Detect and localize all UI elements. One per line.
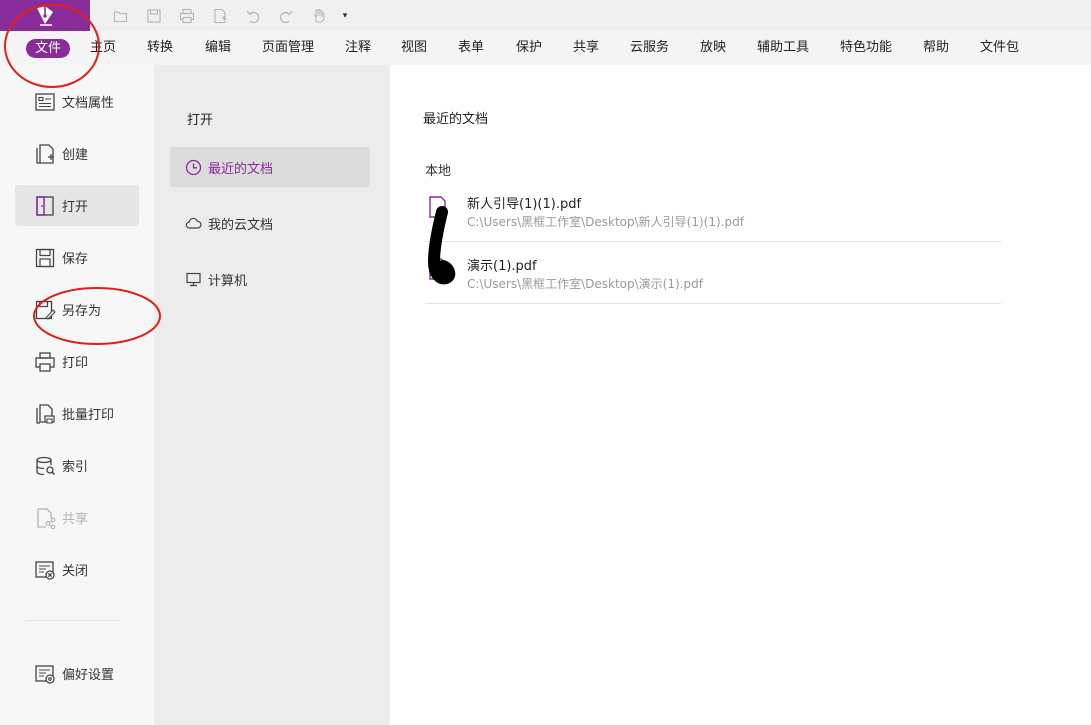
pdf-file-icon (429, 258, 446, 280)
save-as-label: 另存为 (62, 300, 101, 319)
create-icon (34, 143, 56, 165)
recent-file-path: C:\Users\黑框工作室\Desktop\演示(1).pdf (467, 275, 703, 292)
open-locations-panel: 打开 最近的文档 我的云文档 计算机 (154, 65, 390, 725)
menu-close[interactable]: 关闭 (15, 549, 139, 590)
menu-features[interactable]: 特色功能 (840, 31, 892, 65)
menu-open[interactable]: 打开 (15, 185, 139, 226)
menu-save[interactable]: 保存 (15, 237, 139, 278)
menu-create[interactable]: 创建 (15, 133, 139, 174)
menu-edit[interactable]: 编辑 (205, 31, 231, 65)
preferences-icon (34, 663, 56, 685)
pdf-file-icon (429, 196, 446, 218)
redo-icon[interactable] (269, 6, 302, 26)
hand-tool-icon[interactable] (302, 6, 335, 26)
location-recent-documents[interactable]: 最近的文档 (170, 147, 370, 187)
customize-toolbar-icon[interactable]: ▾ (335, 6, 355, 26)
print-label: 打印 (62, 352, 88, 371)
menu-document-properties[interactable]: 文档属性 (15, 81, 139, 122)
app-window: ▾ 文件 主页 转换 编辑 页面管理 注释 视图 表单 保护 共享 云服务 放映… (0, 0, 1091, 725)
create-label: 创建 (62, 144, 88, 163)
menu-print[interactable]: 打印 (15, 341, 139, 382)
menu-file[interactable]: 文件 (26, 39, 70, 58)
document-properties-label: 文档属性 (62, 92, 114, 111)
preferences-label: 偏好设置 (62, 664, 114, 683)
menu-cloud-service[interactable]: 云服务 (630, 31, 669, 65)
location-computer[interactable]: 计算机 (170, 259, 370, 299)
folder-open-icon[interactable] (104, 6, 137, 26)
open-icon (34, 195, 56, 217)
close-label: 关闭 (62, 560, 88, 579)
menu-convert[interactable]: 转换 (147, 31, 173, 65)
document-properties-icon (34, 91, 56, 113)
save-as-icon (34, 299, 56, 321)
computer-icon (184, 270, 202, 288)
recent-documents-view: 最近的文档 本地 新人引导(1)(1).pdf C:\Users\黑框工作室\D… (390, 65, 1091, 725)
menu-share[interactable]: 共享 (573, 31, 599, 65)
print-icon (34, 351, 56, 373)
quick-access-toolbar: ▾ (104, 6, 355, 26)
menu-page-management[interactable]: 页面管理 (262, 31, 314, 65)
new-document-icon[interactable] (203, 6, 236, 26)
cloud-icon (184, 214, 202, 232)
index-icon (34, 455, 56, 477)
share-label: 共享 (62, 508, 88, 527)
batch-print-label: 批量打印 (62, 404, 114, 423)
recent-file-path: C:\Users\黑框工作室\Desktop\新人引导(1)(1).pdf (467, 213, 744, 230)
menu-divider (25, 620, 120, 621)
recent-file-row[interactable]: 演示(1).pdf C:\Users\黑框工作室\Desktop\演示(1).p… (425, 242, 1001, 304)
menu-file-package[interactable]: 文件包 (980, 31, 1019, 65)
menu-accessibility-tools[interactable]: 辅助工具 (757, 31, 809, 65)
open-label: 打开 (62, 196, 88, 215)
menu-comment[interactable]: 注释 (345, 31, 371, 65)
menu-view[interactable]: 视图 (401, 31, 427, 65)
menu-share[interactable]: 共享 (15, 497, 139, 538)
menu-preferences[interactable]: 偏好设置 (15, 653, 139, 694)
app-logo[interactable] (0, 0, 90, 31)
save-icon[interactable] (137, 6, 170, 26)
close-document-icon (34, 559, 56, 581)
menu-protect[interactable]: 保护 (516, 31, 542, 65)
menu-index[interactable]: 索引 (15, 445, 139, 486)
title-bar: ▾ (0, 0, 1091, 31)
print-icon[interactable] (170, 6, 203, 26)
index-label: 索引 (62, 456, 88, 475)
location-my-cloud-documents[interactable]: 我的云文档 (170, 203, 370, 243)
share-icon (34, 507, 56, 529)
undo-icon[interactable] (236, 6, 269, 26)
computer-label: 计算机 (208, 270, 247, 289)
file-backstage-menu: 文档属性 创建 打开 保存 另存为 (0, 65, 154, 725)
open-panel-heading: 打开 (187, 109, 213, 128)
menu-form[interactable]: 表单 (458, 31, 484, 65)
recent-documents-title: 最近的文档 (423, 108, 488, 127)
save-icon (34, 247, 56, 269)
menu-bar: 文件 主页 转换 编辑 页面管理 注释 视图 表单 保护 共享 云服务 放映 辅… (0, 31, 1091, 65)
menu-save-as[interactable]: 另存为 (15, 289, 139, 330)
clock-icon (184, 158, 202, 176)
my-cloud-documents-label: 我的云文档 (208, 214, 273, 233)
menu-home[interactable]: 主页 (90, 31, 116, 65)
menu-help[interactable]: 帮助 (923, 31, 949, 65)
menu-slideshow[interactable]: 放映 (700, 31, 726, 65)
recent-file-name: 新人引导(1)(1).pdf (467, 193, 581, 212)
batch-print-icon (34, 403, 56, 425)
recent-documents-label: 最近的文档 (208, 158, 273, 177)
save-label: 保存 (62, 248, 88, 267)
pen-logo-icon (32, 4, 58, 28)
recent-file-row[interactable]: 新人引导(1)(1).pdf C:\Users\黑框工作室\Desktop\新人… (425, 180, 1001, 242)
menu-batch-print[interactable]: 批量打印 (15, 393, 139, 434)
recent-file-name: 演示(1).pdf (467, 255, 537, 274)
local-section-title: 本地 (425, 160, 451, 179)
